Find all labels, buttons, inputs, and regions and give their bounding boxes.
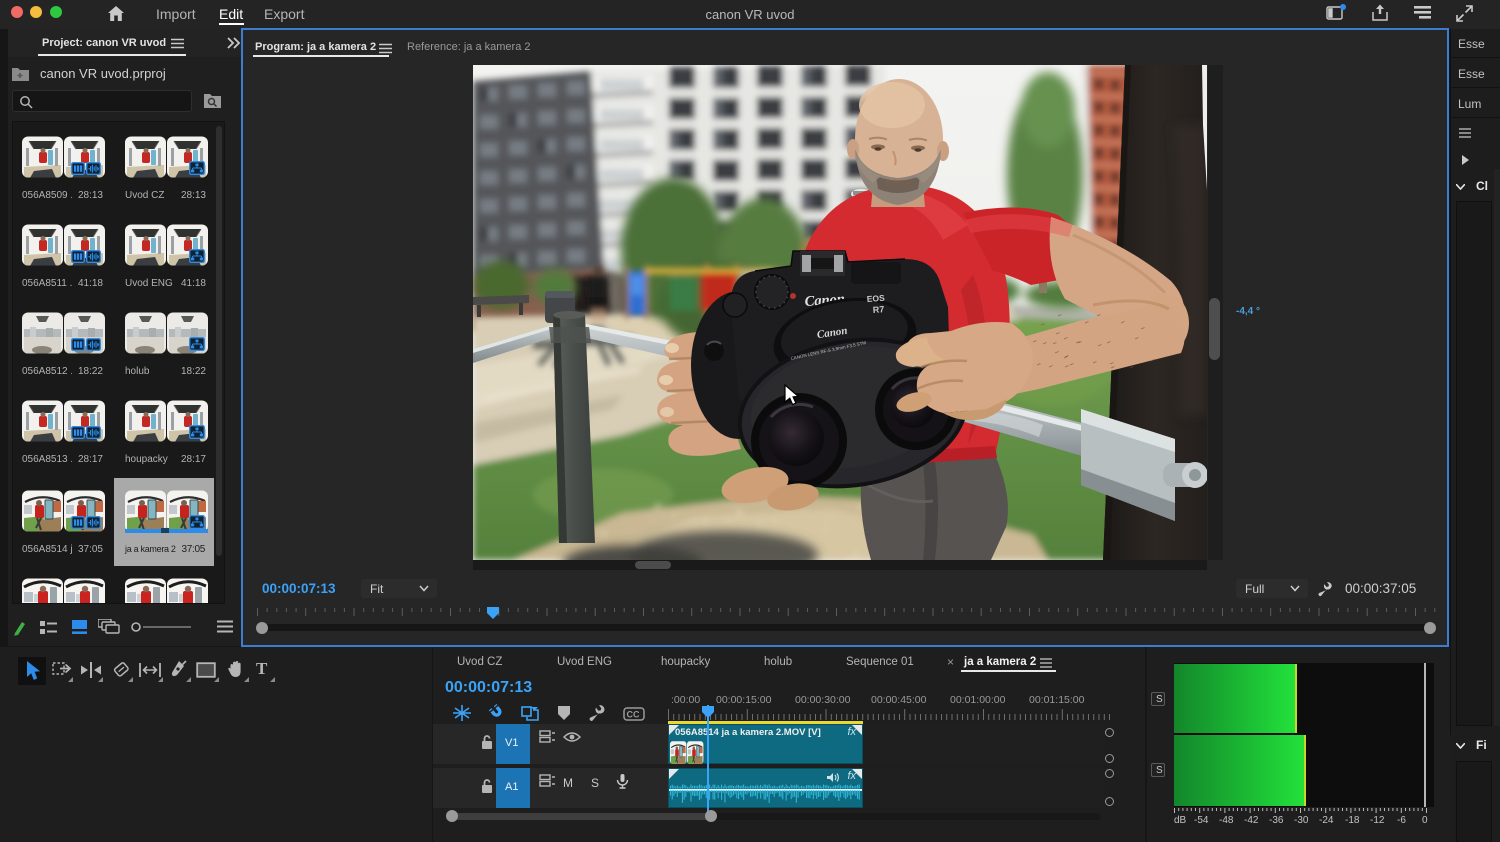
- svg-text:R7: R7: [872, 304, 884, 315]
- svg-text:CC: CC: [627, 710, 640, 720]
- svg-text:EOS: EOS: [866, 293, 885, 304]
